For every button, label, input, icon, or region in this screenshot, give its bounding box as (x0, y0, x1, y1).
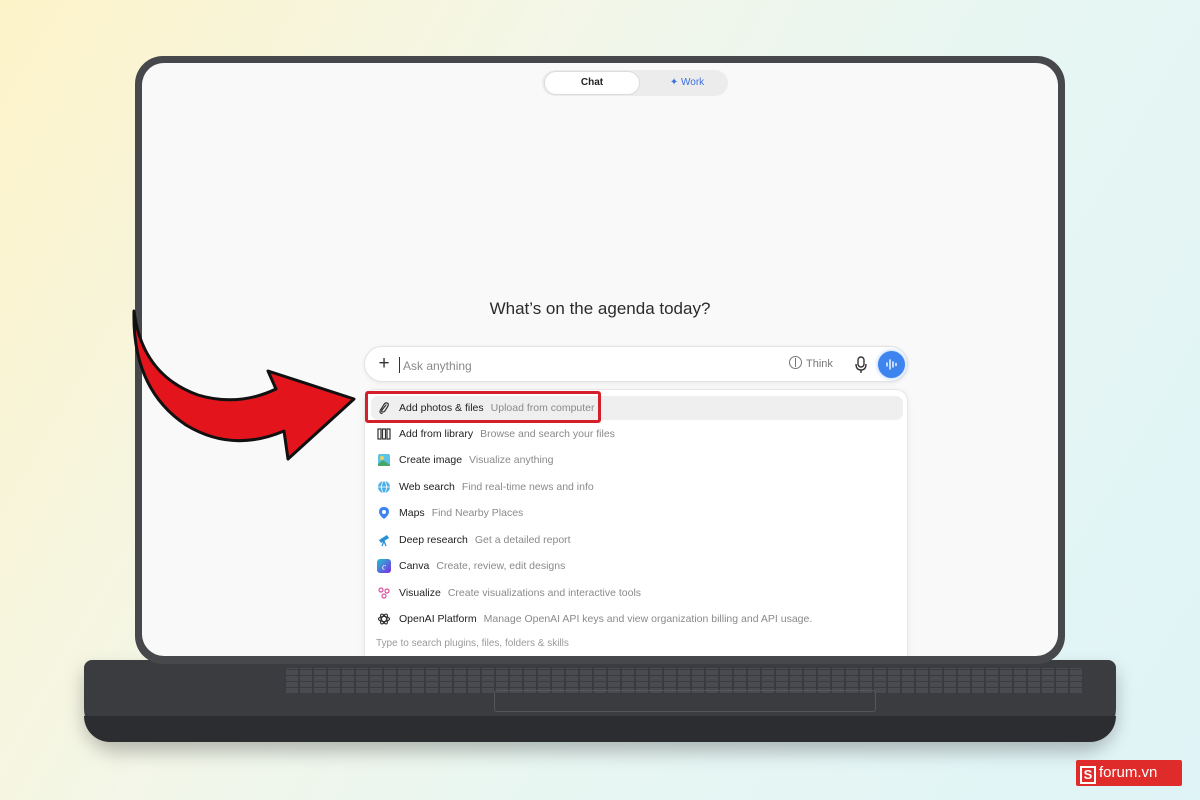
menu-item-description: Visualize anything (469, 454, 554, 466)
pointer-arrow-icon (132, 309, 356, 461)
laptop-base (84, 660, 1116, 742)
menu-item-description: Browse and search your files (480, 428, 615, 440)
think-button[interactable]: Think (789, 356, 837, 374)
menu-item-description: Create, review, edit designs (436, 560, 566, 572)
prompt-input[interactable] (401, 355, 705, 377)
visualize-icon (378, 587, 390, 599)
svg-text:c: c (382, 562, 386, 572)
watermark-logo: Sforum.vn (1076, 760, 1182, 786)
menu-item-add-library[interactable]: Add from library Browse and search your f… (371, 422, 903, 446)
waveform-icon (886, 359, 897, 370)
menu-item-deep-research[interactable]: Deep research Get a detailed report (371, 528, 903, 552)
menu-item-description: Get a detailed report (474, 534, 571, 546)
menu-item-description: Find Nearby Places (431, 507, 524, 519)
prompt-bar: + Think (364, 346, 908, 382)
menu-search-hint: Type to search plugins, files, folders &… (376, 638, 569, 649)
canva-icon: c (377, 559, 391, 573)
menu-item-title: Create image (399, 454, 463, 466)
text-cursor (399, 357, 400, 373)
menu-item-web-search[interactable]: Web search Find real-time news and info (371, 475, 903, 499)
menu-item-description: Find real-time news and info (461, 481, 594, 493)
globe-icon (378, 480, 390, 494)
openai-icon (377, 613, 391, 625)
mode-toggle: Chat ✦ Work (542, 70, 728, 96)
microphone-icon[interactable] (855, 356, 867, 374)
plus-icon[interactable]: + (375, 354, 393, 374)
tab-work[interactable]: ✦ Work (652, 71, 722, 95)
menu-item-title: Deep research (399, 534, 468, 546)
voice-mode-button[interactable] (878, 351, 905, 378)
menu-item-description: Create visualizations and interactive to… (447, 587, 642, 599)
watermark-text: forum.vn (1099, 764, 1158, 781)
menu-item-title: Visualize (399, 587, 441, 599)
image-icon (378, 454, 390, 466)
menu-item-title: Web search (399, 481, 455, 493)
menu-item-canva[interactable]: c Canva Create, review, edit designs (371, 554, 903, 578)
menu-item-visualize[interactable]: Visualize Create visualizations and inter… (371, 581, 903, 605)
telescope-icon (379, 535, 389, 547)
map-pin-icon (379, 507, 389, 519)
think-label: Think (806, 358, 833, 370)
watermark-letter: S (1080, 766, 1096, 784)
highlight-box (365, 391, 601, 423)
menu-item-title: Add from library (399, 428, 474, 440)
think-icon (789, 356, 802, 369)
menu-item-create-image[interactable]: Create image Visualize anything (371, 448, 903, 472)
tab-chat[interactable]: Chat (544, 71, 640, 95)
menu-item-title: Canva (399, 560, 430, 572)
library-icon (377, 428, 391, 440)
laptop-touchpad (494, 690, 876, 712)
attachment-menu: Add photos & files Upload from computer A… (364, 389, 908, 656)
menu-item-title: OpenAI Platform (399, 613, 477, 625)
menu-item-description: Manage OpenAI API keys and view organiza… (483, 613, 813, 625)
menu-item-title: Maps (399, 507, 425, 519)
menu-item-openai-platform[interactable]: OpenAI Platform Manage OpenAI API keys an… (371, 607, 903, 631)
menu-item-maps[interactable]: Maps Find Nearby Places (371, 501, 903, 525)
